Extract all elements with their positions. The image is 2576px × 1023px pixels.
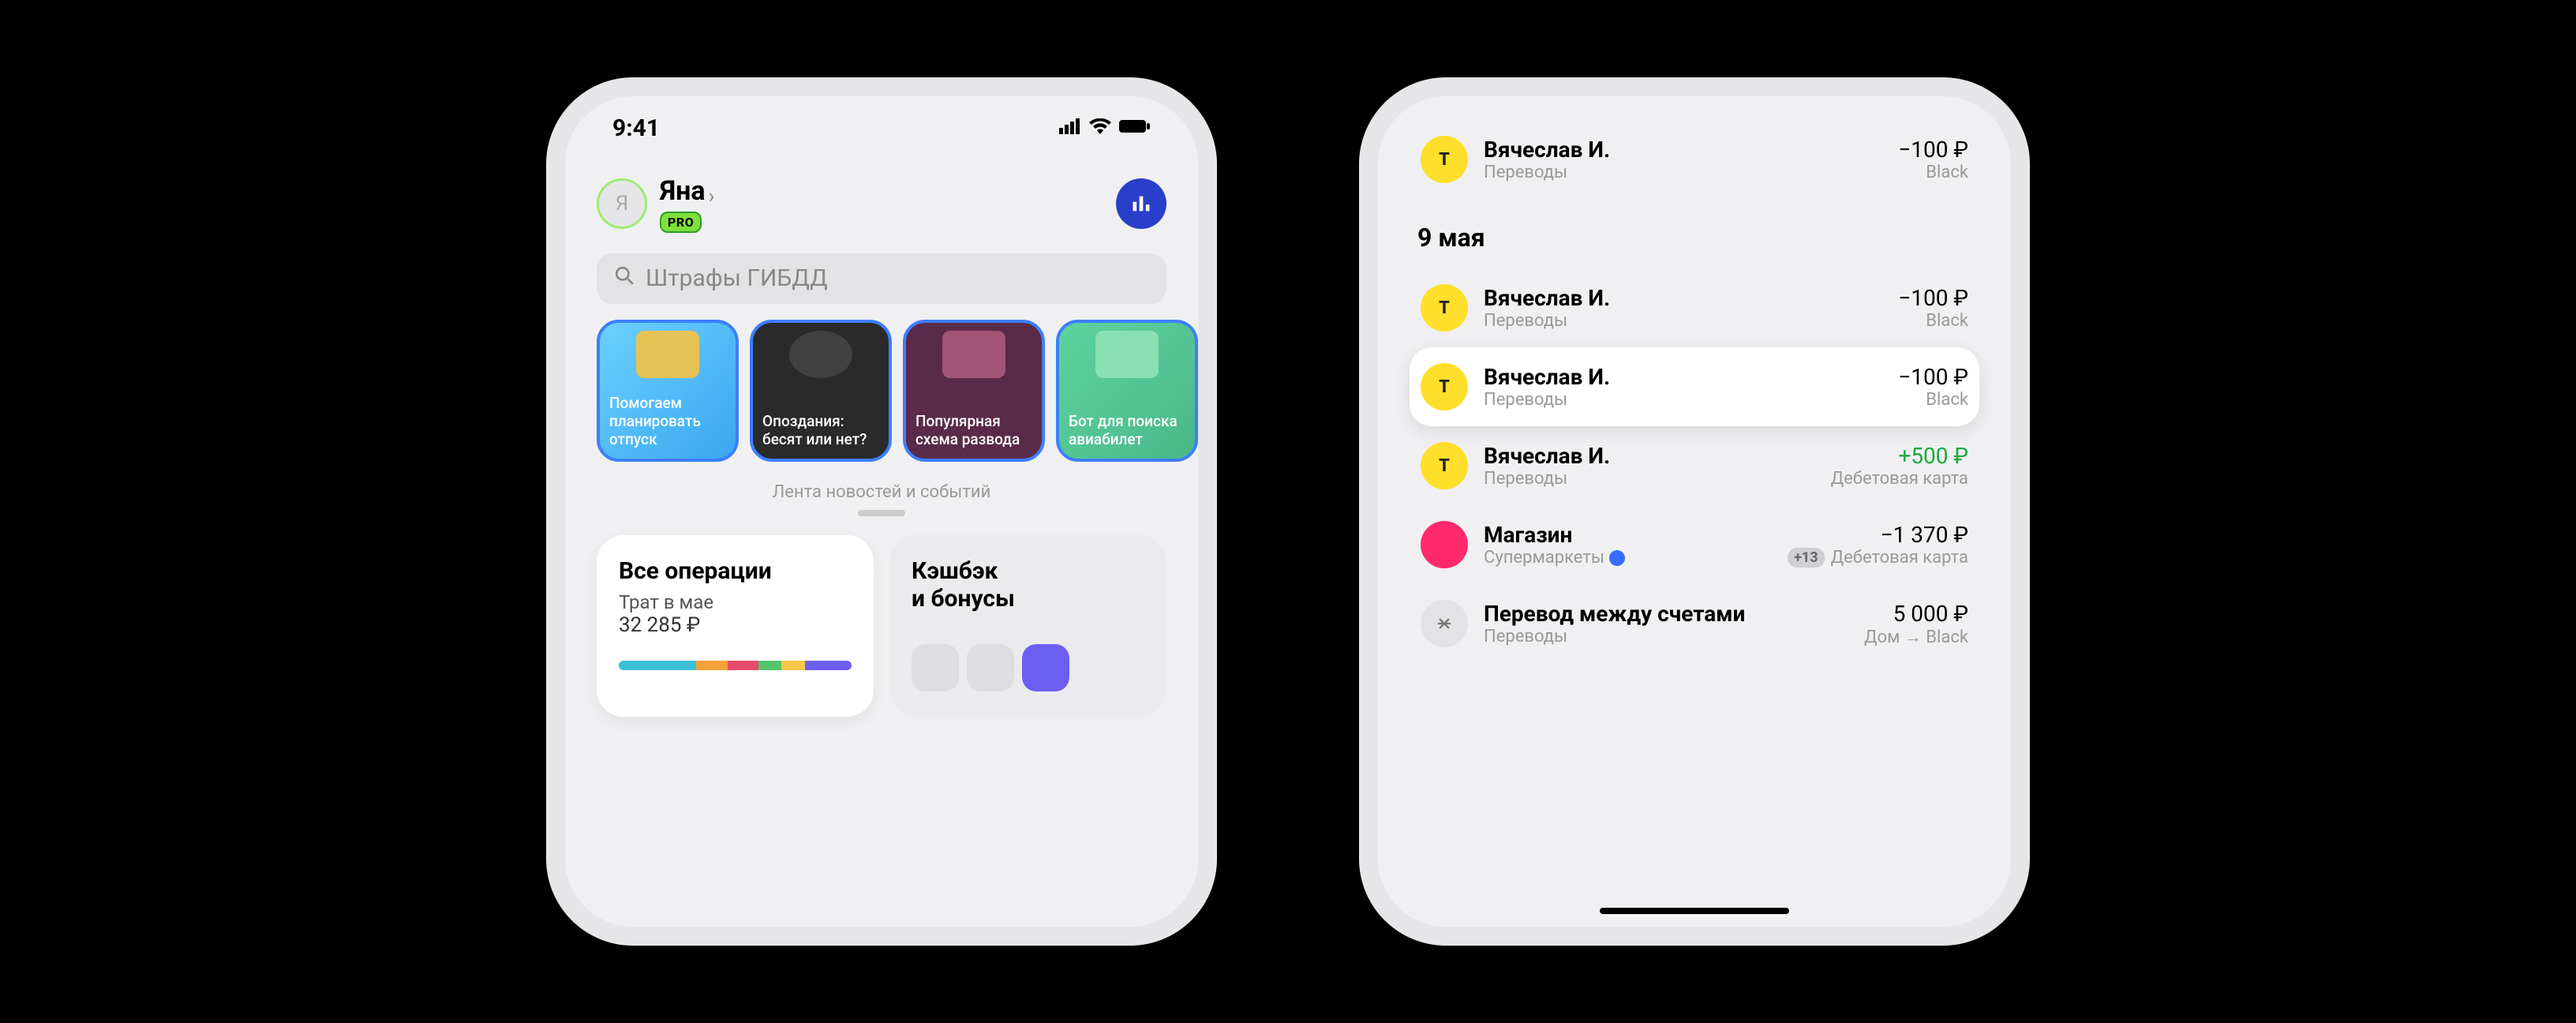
story-image: [942, 331, 1005, 378]
story-card[interactable]: Популярная схема развода: [903, 320, 1045, 462]
tx-title: Магазин: [1484, 522, 1772, 548]
transaction-row[interactable]: Перевод между счетамиПереводы 5 000 ₽Дом …: [1410, 584, 1979, 663]
transaction-row[interactable]: T Вячеслав И.Переводы −100 ₽Black: [1410, 268, 1979, 347]
phone-home: 9:41 Я Яна ›: [546, 77, 1217, 946]
bonus-chip: [967, 644, 1014, 691]
tx-card: Black: [1926, 163, 1968, 182]
tx-title: Перевод между счетами: [1484, 601, 1848, 627]
user-block[interactable]: Я Яна › PRO: [597, 175, 714, 233]
transaction-row[interactable]: T Вячеслав И.Переводы −100 ₽Black: [1410, 347, 1979, 426]
analytics-button[interactable]: [1116, 178, 1166, 229]
search-placeholder: Штрафы ГИБДД: [646, 264, 828, 292]
home-indicator-icon: [1600, 908, 1789, 914]
widget-title: Кэшбэки бонусы: [912, 557, 1144, 613]
tx-card: Black: [1926, 311, 1968, 331]
tx-title: Вячеслав И.: [1484, 285, 1882, 311]
tx-amount: −100 ₽: [1898, 364, 1968, 390]
tx-sub: Переводы: [1484, 311, 1882, 331]
operations-widget[interactable]: Все операции Трат в мае 32 285 ₽: [597, 535, 874, 717]
merchant-icon: T: [1421, 136, 1468, 183]
spend-bar: [619, 661, 852, 670]
bonus-badge: +13: [1788, 548, 1824, 568]
tx-card: +13 Дебетовая карта: [1788, 548, 1968, 568]
bonus-chip: [912, 644, 959, 691]
chart-icon: [1130, 193, 1152, 215]
tx-amount: −1 370 ₽: [1881, 522, 1968, 548]
category-dot-icon: [1609, 550, 1625, 566]
story-text: Опоздания: бесят или нет?: [762, 413, 879, 449]
tx-sub: Переводы: [1484, 390, 1882, 410]
tx-sub: Переводы: [1484, 627, 1848, 646]
tx-card: Дебетовая карта: [1831, 469, 1968, 489]
merchant-icon: T: [1421, 363, 1468, 410]
transactions-screen: T Вячеслав И. Переводы −100 ₽ Black 9 ма…: [1378, 96, 2011, 927]
pro-badge: PRO: [660, 212, 702, 233]
status-icons: [1059, 117, 1151, 139]
story-text: Бот для поиска авиабилет: [1069, 413, 1185, 449]
story-card[interactable]: Помогаем планировать отпуск: [597, 320, 739, 462]
widget-value: 32 285 ₽: [619, 613, 852, 637]
tx-card: Black: [1926, 390, 1968, 410]
merchant-icon: [1421, 521, 1468, 568]
tx-amount: 5 000 ₽: [1893, 601, 1968, 627]
story-image: [636, 331, 699, 378]
home-screen: 9:41 Я Яна ›: [565, 96, 1198, 927]
story-card[interactable]: Бот для поиска авиабилет: [1056, 320, 1198, 462]
avatar[interactable]: Я: [597, 178, 647, 229]
tx-title: Вячеслав И.: [1484, 137, 1882, 163]
stories-row[interactable]: Помогаем планировать отпуск Опоздания: б…: [565, 320, 1198, 478]
battery-icon: [1119, 117, 1151, 139]
chevron-right-icon: ›: [709, 185, 715, 208]
story-text: Популярная схема развода: [915, 413, 1032, 449]
status-bar: 9:41: [565, 96, 1198, 159]
tx-title: Вячеслав И.: [1484, 364, 1882, 390]
merchant-icon: [1421, 600, 1468, 647]
status-time: 9:41: [612, 114, 660, 142]
cashback-widget[interactable]: Кэшбэки бонусы: [889, 535, 1166, 717]
tx-card: Дом → Black: [1864, 627, 1968, 647]
widgets-row: Все операции Трат в мае 32 285 ₽ Кэшбэки…: [565, 535, 1198, 717]
user-name: Яна: [660, 175, 706, 207]
tx-sub: Переводы: [1484, 469, 1815, 489]
drag-handle-icon[interactable]: [858, 510, 905, 516]
bonus-chip: [1022, 644, 1069, 691]
tx-sub: Переводы: [1484, 163, 1882, 182]
story-image: [1095, 331, 1159, 378]
widget-sub: Трат в мае: [619, 591, 852, 613]
transaction-row[interactable]: T Вячеслав И.Переводы +500 ₽Дебетовая карт…: [1410, 426, 1979, 505]
transaction-row[interactable]: МагазинСупермаркеты −1 370 ₽+13 Дебетова…: [1410, 505, 1979, 584]
story-card[interactable]: Опоздания: бесят или нет?: [750, 320, 892, 462]
wifi-icon: [1089, 117, 1111, 139]
tx-sub: Супермаркеты: [1484, 548, 1772, 568]
header: Я Яна › PRO: [565, 159, 1198, 241]
merchant-icon: T: [1421, 284, 1468, 332]
widget-title: Все операции: [619, 557, 852, 585]
merchant-icon: T: [1421, 442, 1468, 489]
signal-icon: [1059, 117, 1081, 139]
tx-amount: −100 ₽: [1898, 285, 1968, 311]
story-image: [789, 331, 852, 378]
tx-amount: +500 ₽: [1898, 443, 1968, 469]
search-icon: [614, 265, 635, 291]
date-header: 9 мая: [1410, 199, 1979, 268]
transaction-row[interactable]: T Вячеслав И. Переводы −100 ₽ Black: [1410, 120, 1979, 199]
tx-amount: −100 ₽: [1898, 137, 1968, 163]
search-bar[interactable]: Штрафы ГИБДД: [597, 253, 1166, 304]
transactions-list[interactable]: T Вячеслав И. Переводы −100 ₽ Black 9 ма…: [1378, 112, 2011, 671]
feed-label: Лента новостей и событий: [565, 478, 1198, 510]
bonus-row: [912, 644, 1144, 691]
tx-title: Вячеслав И.: [1484, 443, 1815, 469]
story-text: Помогаем планировать отпуск: [609, 395, 726, 448]
phone-transactions: T Вячеслав И. Переводы −100 ₽ Black 9 ма…: [1359, 77, 2030, 946]
